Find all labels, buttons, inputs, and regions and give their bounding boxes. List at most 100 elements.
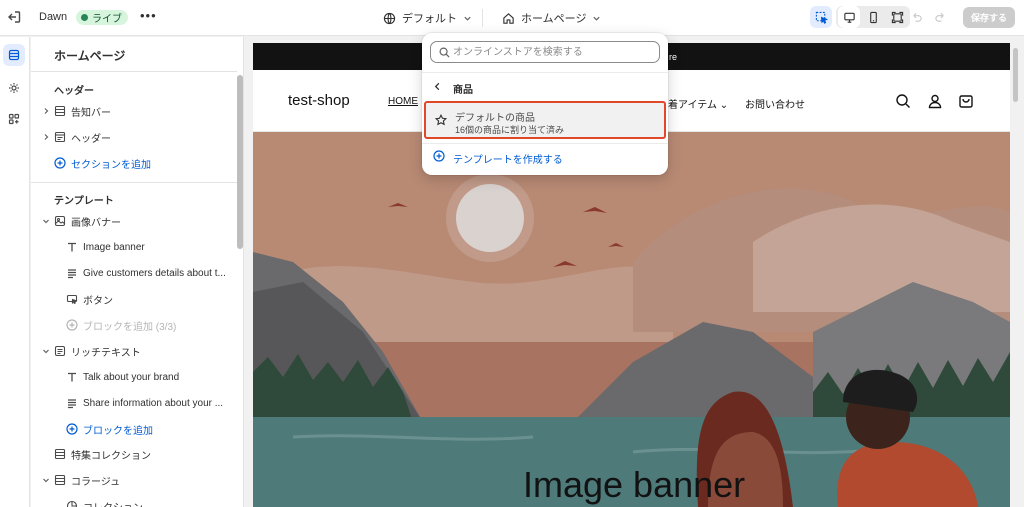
template-selector-dropdown: 商品 デフォルトの商品 16個の商品に割り当て済み テンプレートを作成する (422, 33, 668, 175)
plus-circle-icon (66, 423, 78, 435)
plus-circle-icon (54, 157, 66, 169)
plus-circle-icon (433, 150, 445, 162)
section-label: 告知バー (71, 107, 111, 119)
section-rich-text[interactable]: リッチテキスト (31, 340, 237, 362)
gear-icon (9, 83, 19, 93)
create-template-button[interactable]: テンプレートを作成する (422, 145, 668, 167)
globe-icon (383, 12, 396, 24)
section-label: ヘッダー (71, 133, 111, 145)
section-icon (54, 474, 66, 486)
add-section-button[interactable]: セクションを追加 (31, 152, 237, 174)
exit-icon[interactable] (6, 9, 22, 25)
block-label: Give customers details about t... (83, 267, 226, 279)
default-product-template-option[interactable]: デフォルトの商品 16個の商品に割り当て済み (424, 101, 666, 139)
home-icon (503, 12, 514, 24)
template-search-input[interactable] (453, 44, 653, 60)
block-image-banner-heading[interactable]: Image banner (31, 236, 237, 258)
select-cursor-icon (815, 11, 828, 24)
viewport-toggle-group (836, 6, 910, 28)
section-announcement-bar[interactable]: 告知バー (31, 100, 237, 122)
create-template-label: テンプレートを作成する (453, 155, 563, 166)
store-logo[interactable]: test-shop (288, 92, 350, 109)
add-section-label: セクションを追加 (71, 159, 151, 171)
section-icon (54, 105, 66, 117)
block-rich-text-heading[interactable]: Talk about your brand (31, 366, 237, 388)
block-rich-text-paragraph[interactable]: Share information about your ... (31, 392, 237, 414)
save-button[interactable]: 保存する (963, 7, 1015, 28)
rich-text-section-icon (54, 345, 66, 357)
option-title: デフォルトの商品 (455, 113, 535, 124)
account-icon[interactable] (927, 93, 943, 109)
section-featured-collection[interactable]: 特集コレクション (31, 443, 237, 465)
apps-rail-button[interactable] (3, 108, 25, 130)
more-actions-button[interactable]: ••• (140, 8, 157, 23)
banner-illustration (253, 132, 1010, 507)
section-label: リッチテキスト (71, 347, 141, 359)
mobile-view-button[interactable] (862, 6, 884, 28)
announcement-text: re (669, 52, 678, 62)
sections-rail-button[interactable] (3, 44, 25, 66)
desktop-view-button[interactable] (838, 6, 860, 28)
chevron-down-icon (593, 16, 601, 21)
cart-icon[interactable] (958, 93, 974, 109)
sections-icon (8, 49, 20, 61)
desktop-icon (843, 12, 855, 23)
block-image-banner-button[interactable]: ボタン (31, 288, 237, 310)
inspector-tools (810, 6, 832, 28)
template-selector[interactable]: デフォルト (383, 10, 472, 26)
sidebar-title: ホームページ (54, 49, 126, 63)
section-collage[interactable]: コラージュ (31, 469, 237, 491)
mobile-icon (869, 11, 877, 23)
chevron-right-icon[interactable] (42, 133, 50, 141)
paragraph-icon (68, 269, 76, 279)
section-icon (54, 448, 66, 460)
add-block-label: ブロックを追加 (83, 425, 153, 437)
live-dot-icon (81, 14, 88, 21)
template-search-field[interactable] (430, 41, 660, 63)
chevron-left-icon (434, 82, 440, 91)
search-icon[interactable] (895, 93, 911, 109)
block-label: Image banner (83, 241, 145, 253)
theme-settings-rail-button[interactable] (3, 77, 25, 99)
preview-scrollbar[interactable] (1013, 48, 1018, 102)
sidebar-scrollbar[interactable] (237, 75, 243, 249)
template-selector-label: デフォルト (402, 13, 457, 25)
top-bar: Dawn ライブ ••• デフォルト ホームページ 保存する (0, 0, 1024, 36)
block-label: Talk about your brand (83, 371, 180, 383)
page-selector-label: ホームページ (521, 13, 587, 25)
add-block-button[interactable]: ブロックを追加 (31, 418, 237, 440)
history-tools (905, 6, 951, 28)
button-icon (66, 294, 78, 305)
chevron-down-icon[interactable] (42, 217, 50, 225)
block-image-banner-text[interactable]: Give customers details about t... (31, 262, 237, 284)
nav-link-contact[interactable]: お問い合わせ (745, 96, 805, 111)
hero-heading[interactable]: Image banner (523, 464, 745, 506)
redo-button[interactable] (929, 6, 951, 28)
left-rail (0, 37, 30, 507)
nav-link-home[interactable]: HOME (388, 96, 418, 107)
plus-circle-icon (66, 319, 78, 331)
section-header[interactable]: ヘッダー (31, 126, 237, 148)
add-block-button-disabled[interactable]: ブロックを追加 (3/3) (31, 314, 237, 336)
image-section-icon (54, 215, 66, 227)
divider (31, 71, 237, 72)
chevron-right-icon[interactable] (42, 107, 50, 115)
header-section-icon (54, 131, 66, 143)
live-badge-label: ライブ (92, 14, 122, 25)
section-image-banner[interactable]: 画像バナー (31, 210, 237, 232)
block-label: Share information about your ... (83, 397, 224, 409)
page-selector[interactable]: ホームページ (502, 10, 601, 26)
sections-sidebar: ホームページ ヘッダー 告知バー ヘッダー セクションを追加 テンプレート 画像… (31, 37, 244, 507)
back-to-product-templates-button[interactable]: 商品 (422, 76, 668, 98)
undo-button[interactable] (905, 6, 927, 28)
redo-icon (934, 12, 944, 22)
inspector-toggle-button[interactable] (810, 6, 832, 28)
star-icon (435, 114, 447, 126)
block-collage-collection[interactable]: コレクション (31, 495, 237, 507)
nav-link-new-arrivals[interactable]: 着アイテム ⌄ (668, 96, 728, 111)
image-banner-section[interactable]: Image banner (253, 132, 1010, 507)
template-group-heading: テンプレート (54, 196, 114, 207)
header-group-heading: ヘッダー (54, 86, 94, 97)
chevron-down-icon[interactable] (42, 476, 50, 484)
chevron-down-icon[interactable] (42, 347, 50, 355)
